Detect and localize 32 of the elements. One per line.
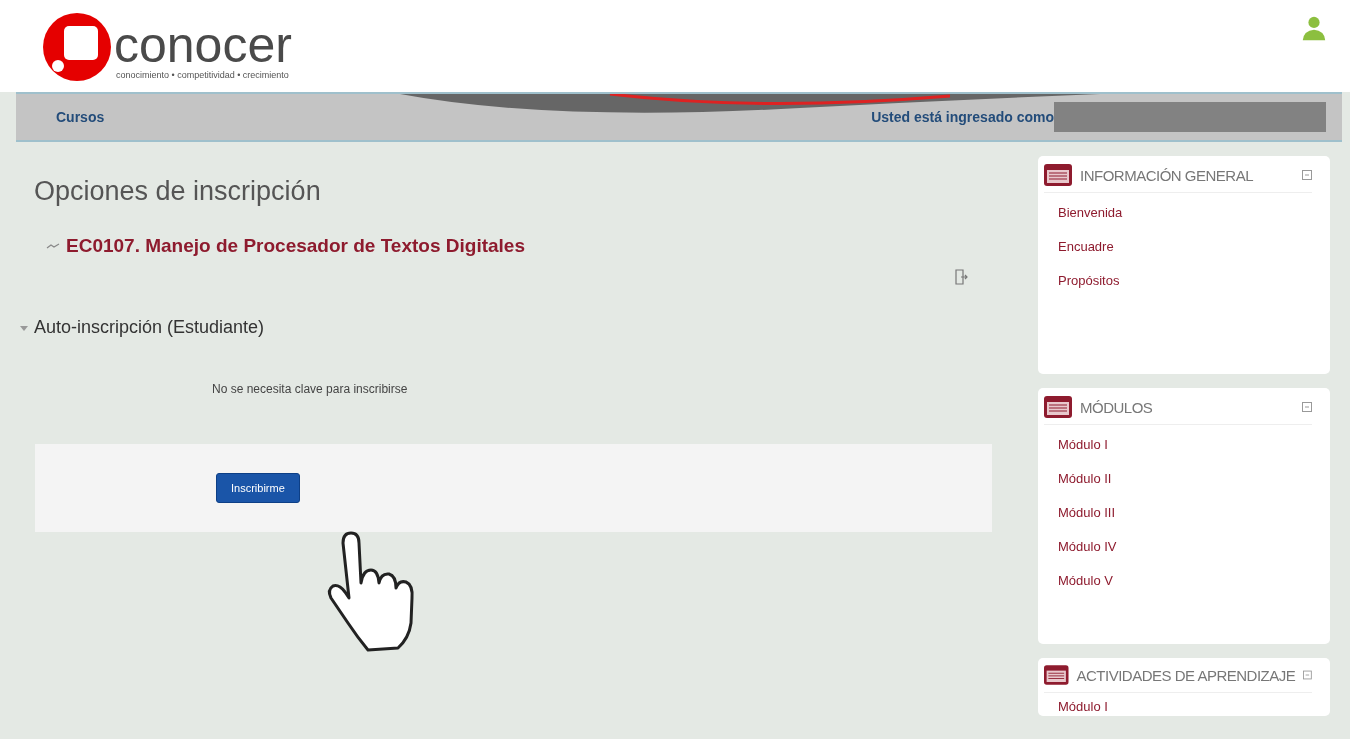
block-link[interactable]: Propósitos [1044, 265, 1312, 299]
collapse-toggle-icon[interactable] [20, 323, 28, 332]
enrolment-note: No se necesita clave para inscribirse [212, 382, 409, 396]
enrol-button[interactable]: Inscribirme [216, 473, 300, 503]
list-icon [1044, 164, 1072, 186]
block-link[interactable]: Módulo III [1044, 497, 1312, 531]
block-link[interactable]: Módulo V [1044, 565, 1312, 599]
page-title: Opciones de inscripción [34, 176, 322, 207]
collapse-icon[interactable] [1302, 402, 1312, 412]
collapse-icon[interactable] [1302, 170, 1312, 180]
logo-icon [42, 12, 112, 82]
collapse-icon[interactable] [1303, 670, 1312, 680]
list-icon [1044, 664, 1069, 686]
section-title: Auto-inscripción (Estudiante) [34, 317, 265, 338]
block-link[interactable]: Módulo II [1044, 463, 1312, 497]
logo-tagline: conocimiento • competitividad • crecimiento [116, 70, 290, 80]
block-link[interactable]: Módulo I [1044, 697, 1312, 716]
block-link[interactable]: Encuadre [1044, 231, 1312, 265]
enrol-icon [954, 269, 968, 285]
block-link[interactable]: Bienvenida [1044, 197, 1312, 231]
block-title: ACTIVIDADES DE APRENDIZAJE [1076, 666, 1296, 684]
block-title: MÓDULOS [1080, 398, 1154, 416]
course-icon [46, 242, 60, 250]
block-title: INFORMACIÓN GENERAL [1080, 166, 1255, 184]
block-link[interactable]: Módulo I [1044, 429, 1312, 463]
block-link[interactable]: Módulo IV [1044, 531, 1312, 565]
user-icon[interactable] [1300, 14, 1328, 42]
courses-link[interactable]: Cursos [56, 109, 105, 125]
course-link[interactable]: EC0107. Manejo de Procesador de Textos Digitales [66, 235, 525, 257]
list-icon [1044, 396, 1072, 418]
logo-text: conocer [114, 20, 292, 70]
login-status-text: Usted está ingresado como [871, 109, 1054, 125]
